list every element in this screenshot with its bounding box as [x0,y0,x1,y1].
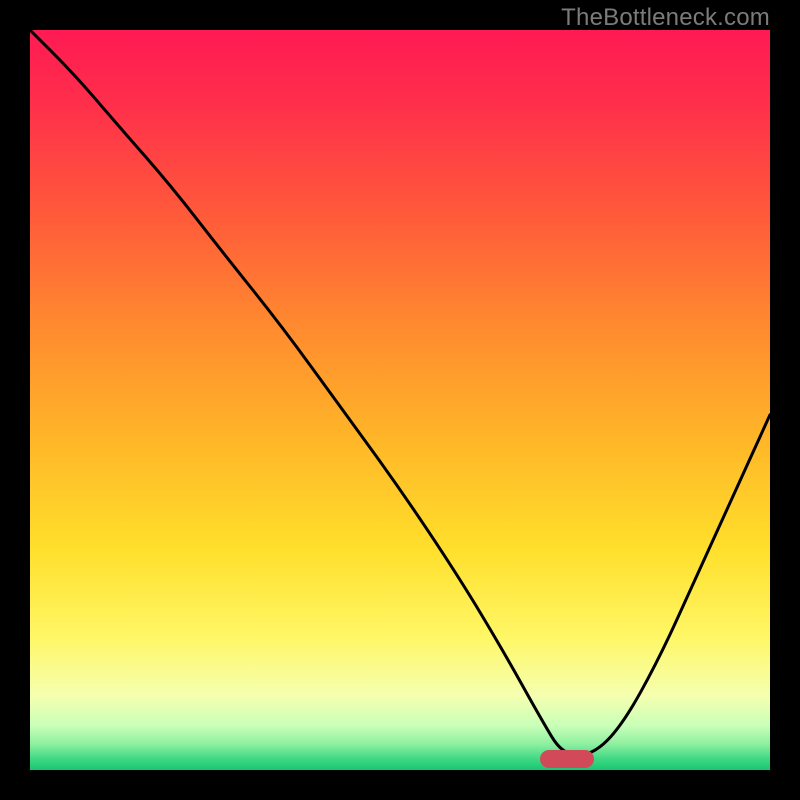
optimal-marker [540,750,594,768]
background-gradient [30,30,770,770]
chart-frame: TheBottleneck.com [0,0,800,800]
watermark-text: TheBottleneck.com [561,4,770,32]
plot-area [30,30,770,770]
